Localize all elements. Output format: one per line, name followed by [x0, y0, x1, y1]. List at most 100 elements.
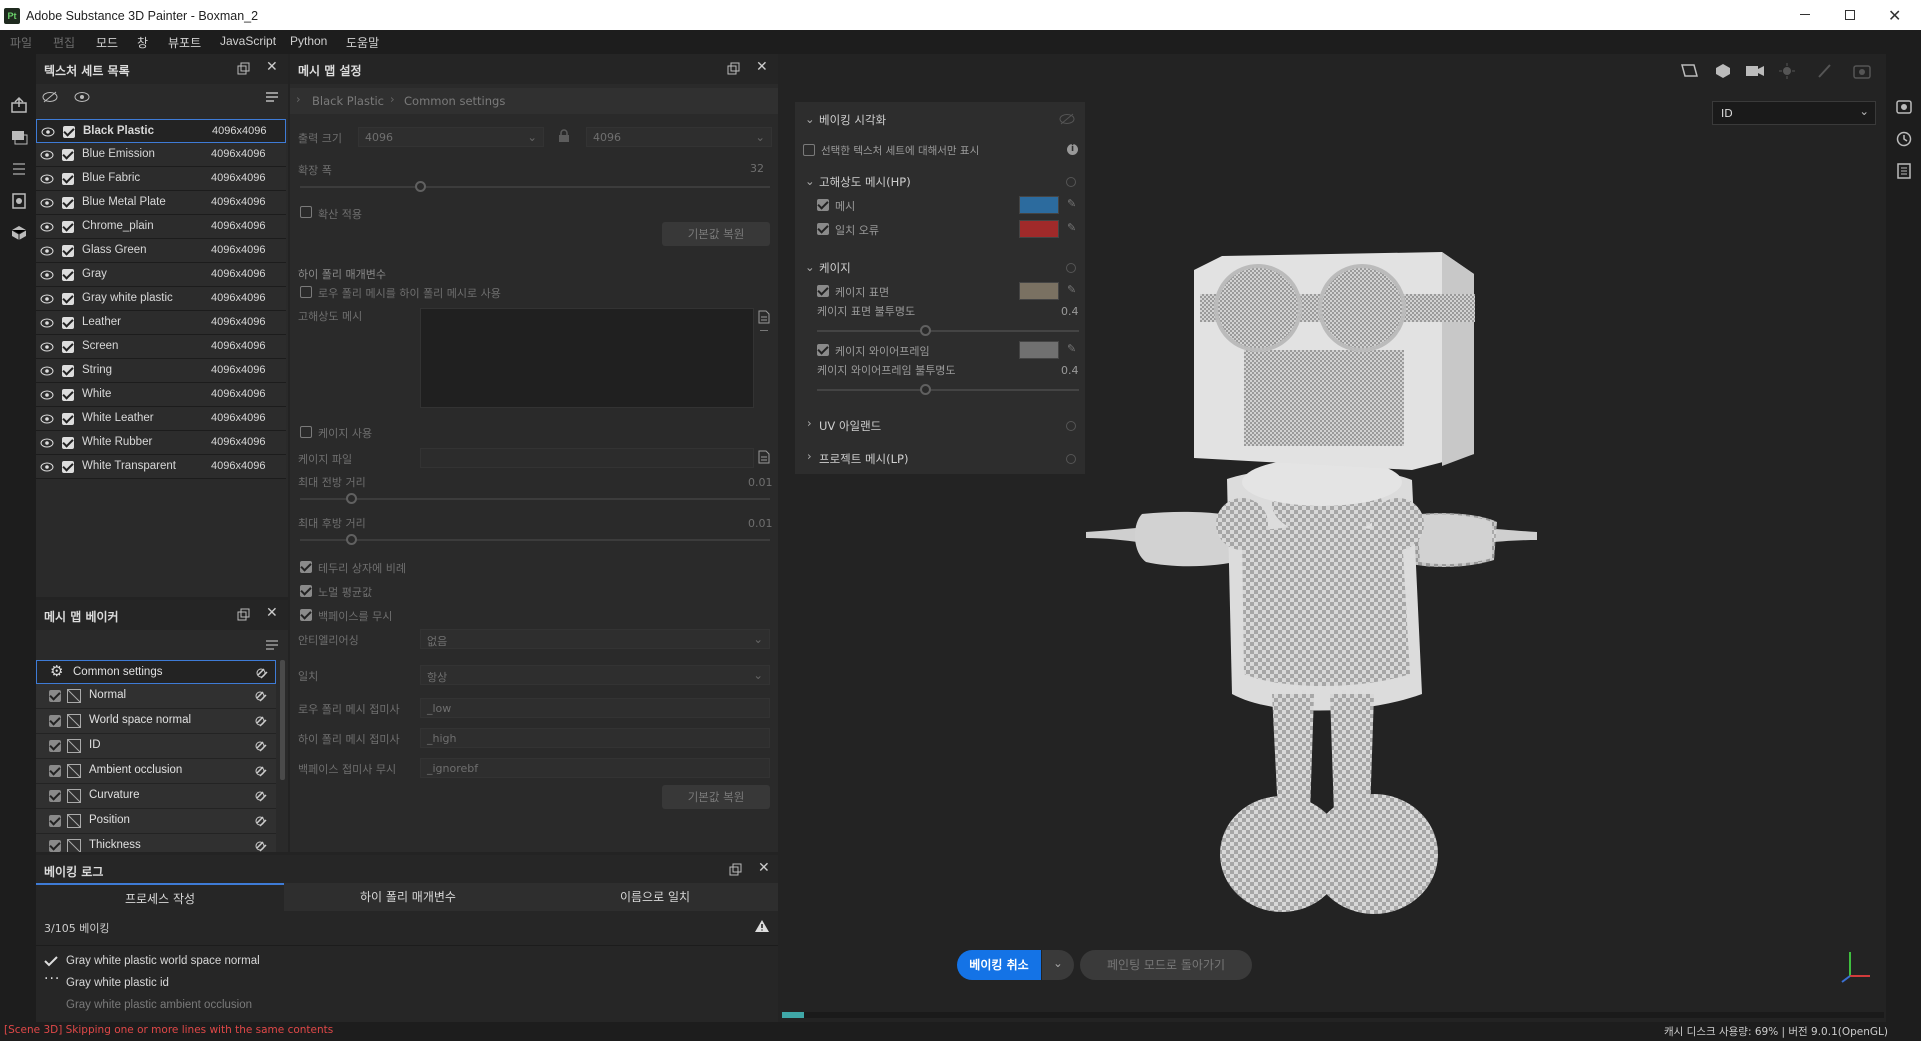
- link-icon[interactable]: [254, 739, 270, 753]
- reset-defaults-button[interactable]: 기본값 복원: [662, 222, 770, 246]
- link-icon[interactable]: [254, 839, 270, 852]
- baker-checkbox[interactable]: [49, 815, 61, 827]
- close-panel-icon[interactable]: ✕: [266, 59, 278, 75]
- cancel-bake-button[interactable]: 베이킹 취소: [957, 950, 1041, 980]
- texture-set-checkbox[interactable]: [62, 437, 74, 449]
- texture-set-checkbox[interactable]: [62, 317, 74, 329]
- camera-view-icon[interactable]: [1680, 62, 1702, 80]
- menu-python[interactable]: Python: [290, 34, 327, 48]
- max-rear-slider[interactable]: [300, 539, 770, 541]
- file-icon[interactable]: [758, 310, 770, 324]
- use-low-as-high-checkbox[interactable]: [300, 286, 312, 298]
- close-panel-icon[interactable]: ✕: [758, 860, 770, 876]
- use-cage-checkbox[interactable]: [300, 426, 312, 438]
- ignore-backface-checkbox[interactable]: [300, 609, 312, 621]
- eyedropper-icon[interactable]: ✎: [1067, 283, 1076, 296]
- texture-set-row[interactable]: Blue Metal Plate 4096x4096: [36, 191, 286, 215]
- texture-set-row[interactable]: White 4096x4096: [36, 383, 286, 407]
- baker-row[interactable]: Thickness: [36, 834, 276, 852]
- texture-set-checkbox[interactable]: [63, 126, 75, 138]
- display-settings-icon[interactable]: [10, 192, 28, 210]
- visibility-icon[interactable]: [40, 461, 54, 473]
- menu-window[interactable]: 창: [137, 34, 148, 51]
- chevron-down-icon[interactable]: ⌄: [805, 112, 815, 126]
- log-icon[interactable]: [1895, 162, 1913, 180]
- texture-set-row[interactable]: Glass Green 4096x4096: [36, 239, 286, 263]
- display-mode-select[interactable]: ID ⌄: [1712, 101, 1876, 125]
- baker-row[interactable]: ID: [36, 734, 276, 759]
- texture-set-row[interactable]: Blue Emission 4096x4096: [36, 143, 286, 167]
- menu-viewport[interactable]: 뷰포트: [168, 34, 201, 51]
- menu-javascript[interactable]: JavaScript: [220, 34, 276, 48]
- output-size-select-a[interactable]: 4096 ⌄: [358, 127, 544, 147]
- texture-set-row[interactable]: Screen 4096x4096: [36, 335, 286, 359]
- match-select[interactable]: 항상 ⌄: [420, 665, 770, 685]
- warning-icon[interactable]: [754, 919, 770, 933]
- output-size-select-b[interactable]: 4096 ⌄: [586, 127, 772, 147]
- visibility-icon[interactable]: [74, 90, 90, 104]
- visibility-icon[interactable]: [40, 317, 54, 329]
- texture-set-checkbox[interactable]: [62, 461, 74, 473]
- visibility-icon[interactable]: [40, 245, 54, 257]
- object-display-icon[interactable]: [1714, 62, 1734, 80]
- visibility-icon[interactable]: [40, 437, 54, 449]
- apply-diffusion-checkbox[interactable]: [300, 206, 312, 218]
- texture-set-row[interactable]: Black Plastic 4096x4096: [36, 119, 286, 143]
- cage-surface-color-swatch[interactable]: [1019, 282, 1059, 300]
- visibility-icon[interactable]: [40, 413, 54, 425]
- chevron-right-icon[interactable]: ›: [807, 416, 812, 430]
- close-window-icon[interactable]: ✕: [1888, 6, 1901, 26]
- menu-mode[interactable]: 모드: [96, 34, 118, 51]
- texture-set-icon[interactable]: [10, 128, 28, 146]
- dilation-slider[interactable]: [300, 186, 770, 188]
- baker-common-settings[interactable]: ⚙ Common settings: [36, 660, 276, 684]
- baker-checkbox[interactable]: [49, 765, 61, 777]
- ignore-suffix-input[interactable]: _ignorebf: [420, 758, 770, 778]
- maximize-icon[interactable]: [1845, 10, 1855, 20]
- antialias-select[interactable]: 없음 ⌄: [420, 629, 770, 649]
- breadcrumb-item[interactable]: Common settings: [404, 94, 505, 108]
- brush-icon[interactable]: [1816, 62, 1834, 80]
- visibility-icon[interactable]: [40, 221, 54, 233]
- texture-set-row[interactable]: White Transparent 4096x4096: [36, 455, 286, 479]
- info-icon[interactable]: i: [1067, 144, 1078, 155]
- menu-help[interactable]: 도움말: [346, 34, 379, 51]
- menu-edit[interactable]: 편집: [53, 34, 75, 51]
- reset-defaults-button-2[interactable]: 기본값 복원: [662, 785, 770, 809]
- remove-icon[interactable]: [760, 330, 768, 331]
- status-error-message[interactable]: [Scene 3D] Skipping one or more lines wi…: [4, 1024, 333, 1036]
- baker-checkbox[interactable]: [49, 690, 61, 702]
- menu-file[interactable]: 파일: [10, 34, 32, 51]
- texture-set-row[interactable]: White Leather 4096x4096: [36, 407, 286, 431]
- texture-set-row[interactable]: Blue Fabric 4096x4096: [36, 167, 286, 191]
- minimize-icon[interactable]: [1800, 14, 1810, 15]
- low-suffix-input[interactable]: _low: [420, 698, 770, 718]
- max-front-slider[interactable]: [300, 498, 770, 500]
- tab-process[interactable]: 프로세스 작성: [36, 883, 284, 911]
- visibility-icon[interactable]: [40, 389, 54, 401]
- reset-icon[interactable]: [1065, 420, 1077, 432]
- texture-set-checkbox[interactable]: [62, 341, 74, 353]
- file-icon[interactable]: [758, 450, 770, 464]
- breadcrumb-item[interactable]: Black Plastic: [312, 94, 384, 108]
- reset-icon[interactable]: [1065, 262, 1077, 274]
- cage-file-field[interactable]: [420, 448, 754, 468]
- baker-row[interactable]: Ambient occlusion: [36, 759, 276, 784]
- link-icon[interactable]: [254, 789, 270, 803]
- high-suffix-input[interactable]: _high: [420, 728, 770, 748]
- tab-hipoly-params[interactable]: 하이 폴리 매개변수: [284, 883, 532, 911]
- baker-checkbox[interactable]: [49, 715, 61, 727]
- list-menu-icon[interactable]: [264, 638, 280, 652]
- lock-icon[interactable]: [558, 129, 570, 143]
- texture-set-checkbox[interactable]: [62, 413, 74, 425]
- baker-checkbox[interactable]: [49, 790, 61, 802]
- visibility-icon[interactable]: [40, 293, 54, 305]
- slider-handle[interactable]: [920, 325, 931, 336]
- export-icon[interactable]: [10, 96, 28, 114]
- visibility-icon[interactable]: [40, 341, 54, 353]
- eyedropper-icon[interactable]: ✎: [1067, 197, 1076, 210]
- hide-eye-icon[interactable]: [1059, 112, 1075, 126]
- texture-set-checkbox[interactable]: [62, 149, 74, 161]
- visibility-icon[interactable]: [40, 197, 54, 209]
- relative-bbox-checkbox[interactable]: [300, 561, 312, 573]
